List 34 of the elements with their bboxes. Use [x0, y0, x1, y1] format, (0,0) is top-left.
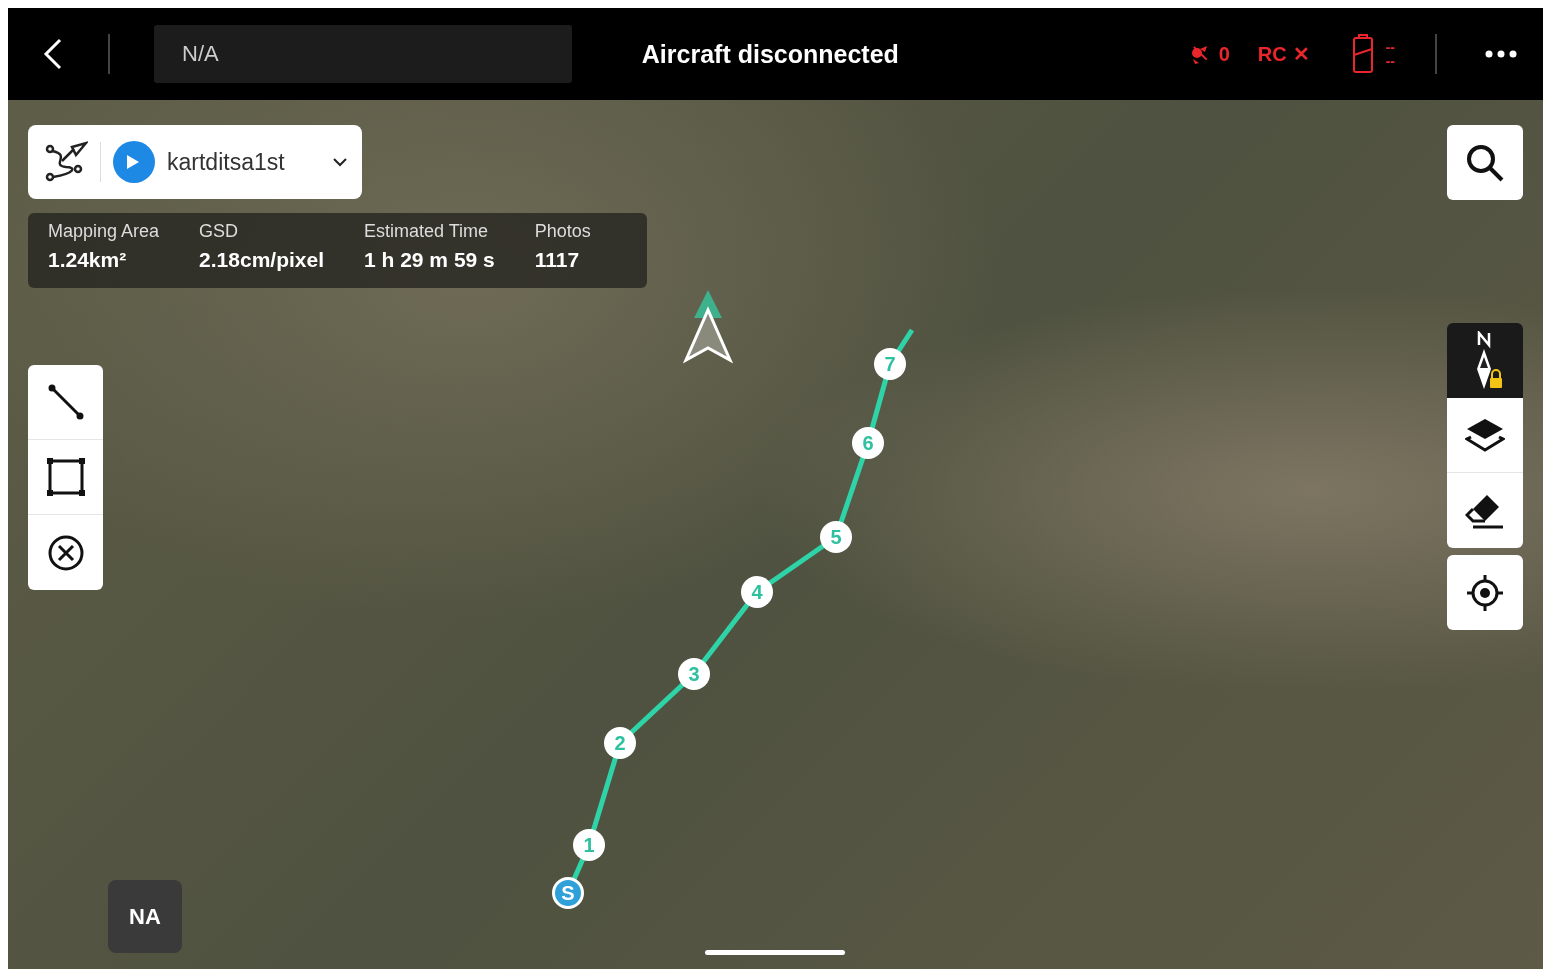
- waypoint-marker[interactable]: 1: [573, 829, 605, 861]
- waypoint-marker[interactable]: 2: [604, 727, 636, 759]
- search-icon[interactable]: [1447, 125, 1523, 200]
- compass-icon[interactable]: [1447, 323, 1523, 398]
- rc-status-mark: ✕: [1292, 42, 1310, 66]
- stat-label: Estimated Time: [364, 221, 490, 242]
- waypoint-marker[interactable]: 6: [852, 427, 884, 459]
- chevron-down-icon[interactable]: [332, 157, 348, 167]
- aircraft-icon: [682, 290, 734, 364]
- battery-icon: [1351, 34, 1374, 74]
- rc-label: RC: [1257, 42, 1287, 66]
- stat-value: 1 h 29 m 59 s: [364, 248, 495, 272]
- window-title: Aircraft disconnected: [640, 39, 900, 69]
- play-icon: [126, 154, 140, 170]
- stat-label: Photos: [534, 221, 591, 242]
- battery-reading: --: [1385, 40, 1395, 54]
- stat-label: GSD: [199, 221, 240, 242]
- play-button[interactable]: [113, 141, 155, 183]
- waypoint-marker[interactable]: 5: [820, 521, 852, 553]
- battery-reading: --: [1385, 54, 1395, 68]
- start-point-marker[interactable]: S: [552, 877, 584, 909]
- stat-value: 1117: [534, 248, 581, 272]
- stat-value: 2.18cm/pixel: [199, 248, 324, 272]
- aircraft-count: 0: [1218, 42, 1230, 66]
- waypoint-marker[interactable]: 4: [741, 576, 773, 608]
- satellite-map[interactable]: S 1 2 3 4 5 6 7 kartditsa1st Mapping Area 1.24km² GSD 2.18cm/pixel Estimated Time 1 h 29 m 59 s Photos 1117 NA: [8, 100, 1543, 969]
- flight-field[interactable]: N/A: [154, 25, 572, 83]
- waypoint-marker[interactable]: 7: [874, 348, 906, 380]
- mission-name[interactable]: kartditsa1st: [167, 148, 320, 176]
- locate-icon[interactable]: [1447, 555, 1523, 630]
- stat-value: 1.24km²: [48, 248, 128, 272]
- waypoint-marker[interactable]: 3: [678, 658, 710, 690]
- camera-status-badge[interactable]: NA: [108, 880, 182, 953]
- stat-label: Mapping Area: [48, 221, 160, 242]
